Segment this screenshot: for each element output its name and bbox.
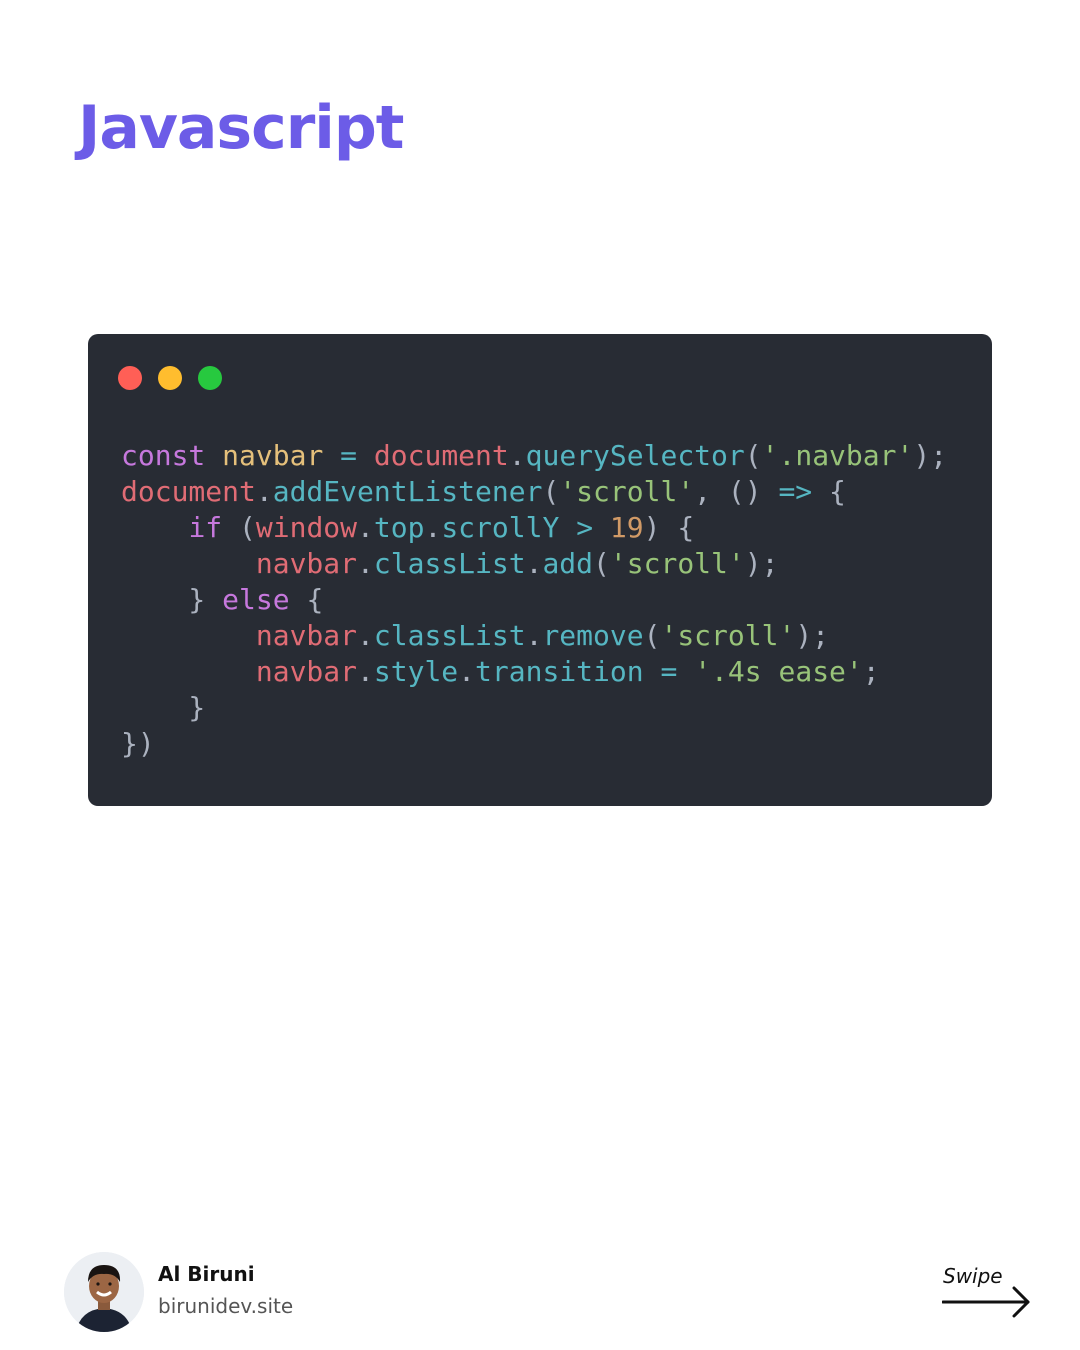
code-token: ( — [222, 511, 256, 544]
author-site[interactable]: birunidev.site — [158, 1294, 293, 1318]
code-line: navbar.style.transition = '.4s ease'; — [121, 654, 947, 690]
code-token: . — [508, 439, 526, 472]
code-token: > — [559, 511, 610, 544]
code-token: ( — [643, 619, 661, 652]
code-token: ); — [795, 619, 830, 652]
code-token: classList — [373, 547, 526, 580]
code-token: ) { — [643, 511, 695, 544]
code-token: navbar — [255, 619, 358, 652]
code-token: { — [812, 475, 846, 508]
code-token: else — [222, 583, 290, 616]
window-maximize-dot — [198, 366, 222, 390]
code-token: querySelector — [525, 439, 745, 472]
code-token: navbar — [255, 547, 358, 580]
code-token: . — [458, 655, 476, 688]
code-token: style — [373, 655, 459, 688]
code-token: } — [121, 583, 223, 616]
code-line: document.addEventListener('scroll', () =… — [121, 474, 947, 510]
code-token: , () — [694, 475, 779, 508]
code-token: . — [357, 511, 374, 544]
code-block: const navbar = document.querySelector('.… — [121, 438, 947, 762]
person-avatar-icon — [64, 1252, 144, 1332]
code-token: = — [643, 655, 695, 688]
code-token: ; — [862, 655, 880, 688]
code-token: const — [121, 439, 206, 472]
code-line: if (window.top.scrollY > 19) { — [121, 510, 947, 546]
code-token: 'scroll' — [559, 475, 695, 508]
code-token: 19 — [609, 511, 644, 544]
code-token: transition — [475, 655, 644, 688]
window-close-dot — [118, 366, 142, 390]
code-token: document — [373, 439, 509, 472]
code-token: add — [542, 547, 594, 580]
page-title: Javascript — [78, 93, 404, 163]
code-token: ( — [744, 439, 762, 472]
window-minimize-dot — [158, 366, 182, 390]
code-token: . — [357, 619, 374, 652]
code-token: navbar — [255, 655, 358, 688]
code-token: scrollY — [441, 511, 560, 544]
code-token: addEventListener — [272, 475, 543, 508]
code-line: } else { — [121, 582, 947, 618]
code-token: ); — [913, 439, 948, 472]
code-token: => — [778, 475, 813, 508]
arrow-right-icon[interactable] — [942, 1286, 1032, 1318]
code-token: . — [424, 511, 442, 544]
code-token: 'scroll' — [660, 619, 796, 652]
code-token: } — [121, 691, 206, 724]
author-name: Al Biruni — [158, 1262, 255, 1286]
code-token: ); — [744, 547, 779, 580]
code-token: . — [255, 475, 273, 508]
code-token: document — [121, 475, 256, 508]
code-line: navbar.classList.add('scroll'); — [121, 546, 947, 582]
code-token: = — [323, 439, 374, 472]
code-line: } — [121, 690, 947, 726]
code-token: 'scroll' — [609, 547, 745, 580]
code-token: window — [255, 511, 358, 544]
code-token: ( — [542, 475, 560, 508]
code-token: }) — [121, 727, 155, 760]
code-token: top — [373, 511, 425, 544]
code-token: . — [525, 619, 543, 652]
code-token: navbar — [222, 439, 324, 472]
code-line: const navbar = document.querySelector('.… — [121, 438, 947, 474]
code-token: if — [188, 511, 223, 544]
code-token: . — [357, 655, 374, 688]
code-token: remove — [542, 619, 644, 652]
code-token: { — [289, 583, 324, 616]
code-token: ( — [593, 547, 610, 580]
code-line: navbar.classList.remove('scroll'); — [121, 618, 947, 654]
avatar — [64, 1252, 144, 1332]
code-line: }) — [121, 726, 947, 762]
swipe-label[interactable]: Swipe — [943, 1264, 1003, 1288]
code-token: classList — [373, 619, 526, 652]
code-token: '.4s ease' — [694, 655, 863, 688]
code-token: '.navbar' — [761, 439, 914, 472]
code-token: . — [525, 547, 543, 580]
code-token: . — [357, 547, 374, 580]
